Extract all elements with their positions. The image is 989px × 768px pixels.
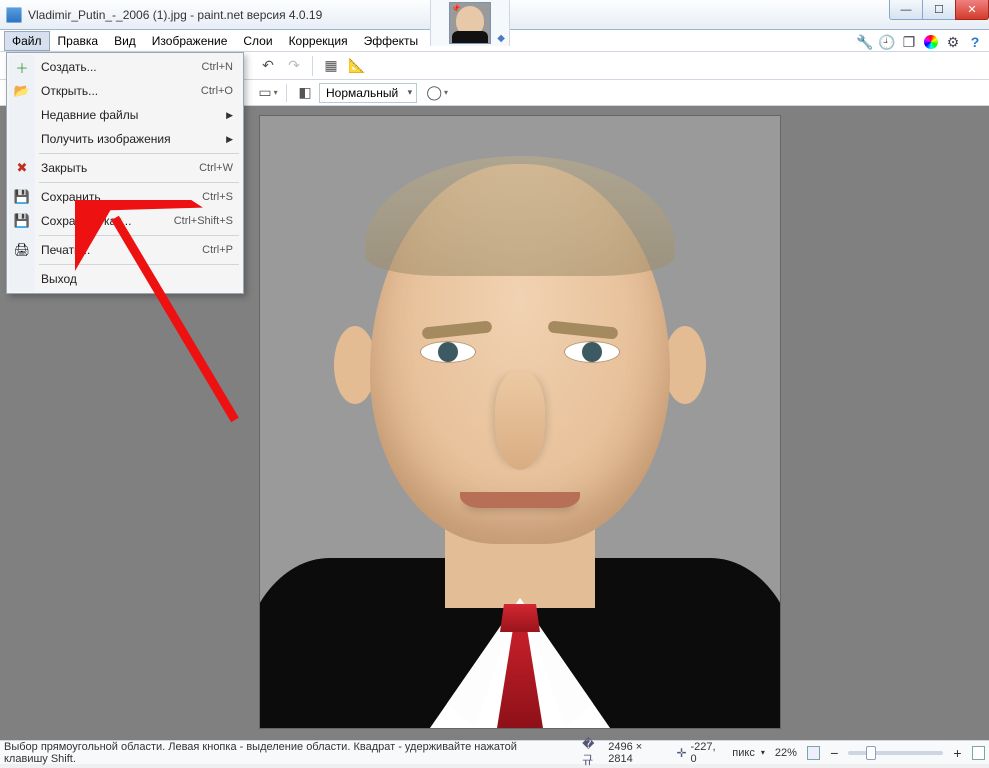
menu-separator xyxy=(39,182,239,183)
status-zoom: 22% xyxy=(775,747,797,759)
menu-view[interactable]: Вид xyxy=(106,31,144,51)
maximize-button[interactable]: ☐ xyxy=(922,0,956,20)
minimize-button[interactable]: — xyxy=(889,0,923,20)
redo-button[interactable]: ↷ xyxy=(284,56,304,76)
zoom-fit-button[interactable] xyxy=(807,746,820,760)
menu-edit[interactable]: Правка xyxy=(50,31,107,51)
menu-item-save[interactable]: 💾СохранитьCtrl+S xyxy=(9,185,241,209)
menu-separator xyxy=(39,153,239,154)
menu-item-close[interactable]: ✖ЗакрытьCtrl+W xyxy=(9,156,241,180)
menu-file[interactable]: Файл xyxy=(4,31,50,51)
document-thumbnail: 📌 xyxy=(449,2,491,44)
submenu-arrow-icon: ▶ xyxy=(226,110,233,121)
submenu-arrow-icon: ▶ xyxy=(226,134,233,145)
menu-effects[interactable]: Эффекты xyxy=(356,31,427,51)
menu-item-acquire[interactable]: Получить изображения▶ xyxy=(9,127,241,151)
menu-image[interactable]: Изображение xyxy=(144,31,236,51)
cursor-pos-icon: ✛ xyxy=(676,746,686,760)
menu-separator xyxy=(39,264,239,265)
status-hint: Выбор прямоугольной области. Левая кнопк… xyxy=(4,741,562,765)
app-icon xyxy=(6,7,22,23)
status-cursor: ✛-227, 0 xyxy=(676,741,722,765)
grid-toggle-button[interactable]: ▦ xyxy=(321,56,341,76)
clock-icon[interactable]: 🕘 xyxy=(879,34,895,50)
file-menu-dropdown: ＋Создать...Ctrl+N 📂Открыть...Ctrl+O Неда… xyxy=(6,52,244,294)
utility-icons: 🔧 🕘 ❐ ⚙ ? xyxy=(857,32,983,52)
undo-button[interactable]: ↶ xyxy=(258,56,278,76)
menu-item-recent[interactable]: Недавние файлы▶ xyxy=(9,103,241,127)
zoom-out-button[interactable]: − xyxy=(830,745,838,761)
blend-mode-combo[interactable]: Нормальный xyxy=(319,83,417,103)
status-dimensions: �규2496 × 2814 xyxy=(582,737,666,768)
open-icon: 📂 xyxy=(14,83,30,99)
document-tab[interactable]: 📌 ◆ xyxy=(430,0,510,46)
menu-item-print[interactable]: 🖨Печать...Ctrl+P xyxy=(9,238,241,262)
menu-layers[interactable]: Слои xyxy=(235,31,280,51)
blend-mode-value: Нормальный xyxy=(326,86,398,100)
menu-item-open[interactable]: 📂Открыть...Ctrl+O xyxy=(9,79,241,103)
print-icon: 🖨 xyxy=(14,242,30,258)
help-icon[interactable]: ? xyxy=(967,34,983,50)
window-title: Vladimir_Putin_-_2006 (1).jpg - paint.ne… xyxy=(28,8,322,22)
selection-shape-button[interactable]: ▭▾ xyxy=(258,83,278,103)
layers-icon[interactable]: ❐ xyxy=(901,34,917,50)
save-icon: 💾 xyxy=(14,189,30,205)
tab-diamond-icon: ◆ xyxy=(497,33,505,44)
zoom-actual-button[interactable] xyxy=(972,746,985,760)
blend-icon[interactable]: ◧ xyxy=(295,83,315,103)
color-wheel-icon[interactable] xyxy=(923,34,939,50)
antialias-button[interactable]: ◯▾ xyxy=(427,83,447,103)
dimensions-icon: �규 xyxy=(582,737,604,768)
ruler-toggle-button[interactable]: 📐 xyxy=(347,56,367,76)
zoom-in-button[interactable]: + xyxy=(953,745,961,761)
status-units[interactable]: пикс▾ xyxy=(732,747,765,759)
status-bar: Выбор прямоугольной области. Левая кнопк… xyxy=(0,740,989,764)
close-doc-icon: ✖ xyxy=(14,160,30,176)
menu-adjustments[interactable]: Коррекция xyxy=(281,31,356,51)
save-as-icon: 💾 xyxy=(14,213,30,229)
menu-item-new[interactable]: ＋Создать...Ctrl+N xyxy=(9,55,241,79)
zoom-slider[interactable] xyxy=(848,751,943,755)
new-icon: ＋ xyxy=(14,59,30,75)
image-canvas[interactable] xyxy=(260,116,780,728)
image-content xyxy=(260,116,780,728)
window-controls: — ☐ ✕ xyxy=(890,0,989,20)
close-button[interactable]: ✕ xyxy=(955,0,989,20)
menu-item-exit[interactable]: Выход xyxy=(9,267,241,291)
wrench-icon[interactable]: 🔧 xyxy=(857,34,873,50)
menu-separator xyxy=(39,235,239,236)
menu-item-save-as[interactable]: 💾Сохранить как...Ctrl+Shift+S xyxy=(9,209,241,233)
gear-icon[interactable]: ⚙ xyxy=(945,34,961,50)
